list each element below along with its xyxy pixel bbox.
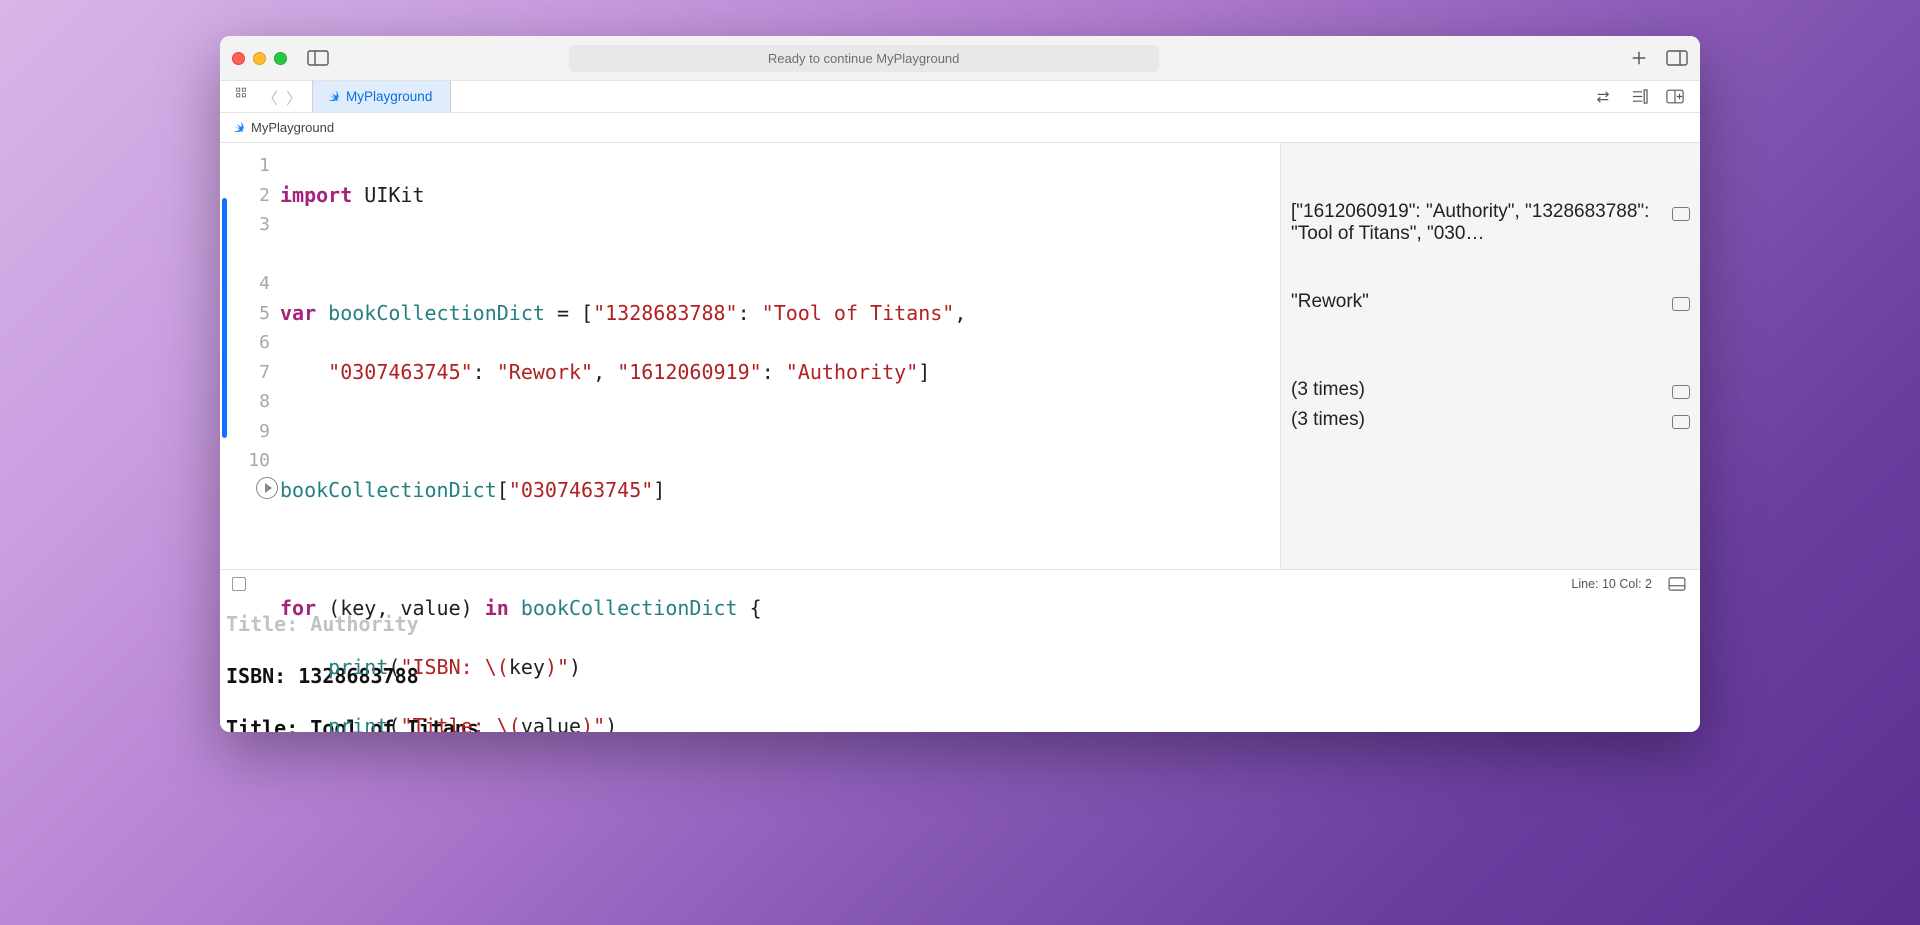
cursor-position: Line: 10 Col: 2 (1571, 577, 1652, 591)
window-controls (232, 52, 287, 65)
token: : (738, 301, 762, 325)
nav-back-button[interactable]: 〈 (258, 85, 282, 109)
token: \( (485, 655, 509, 679)
nav-forward-button[interactable]: 〉 (282, 85, 306, 109)
results-sidebar: ["1612060919": "Authority", "1328683788"… (1280, 143, 1700, 569)
tab-myplayground[interactable]: MyPlayground (312, 81, 451, 112)
result-row[interactable]: (3 times) (1291, 409, 1690, 431)
result-text: (3 times) (1291, 379, 1664, 401)
line-gutter: 1 2 3 4 5 6 7 8 9 10 (220, 143, 280, 569)
token: UIKit (352, 183, 424, 207)
titlebar: Ready to continue MyPlayground (220, 36, 1700, 81)
related-items-icon[interactable] (230, 81, 252, 103)
line-number: 5 (220, 299, 270, 329)
breadcrumb-item: MyPlayground (251, 120, 334, 135)
token: [ (497, 478, 509, 502)
result-text: ["1612060919": "Authority", "1328683788"… (1291, 201, 1664, 245)
token: ( (388, 655, 400, 679)
token-string: "Rework" (497, 360, 593, 384)
quicklook-icon[interactable] (1672, 385, 1690, 399)
token: key (509, 655, 545, 679)
line-number: 8 (220, 387, 270, 417)
token-string: "1612060919" (617, 360, 762, 384)
toggle-left-panel-button[interactable] (307, 47, 329, 69)
token-string: "Tool of Titans" (762, 301, 955, 325)
token-fn: print (328, 714, 388, 733)
line-number: 2 (220, 181, 270, 211)
line-number: 3 (220, 210, 270, 240)
toggle-right-panel-button[interactable] (1666, 47, 1688, 69)
token (280, 360, 328, 384)
add-button[interactable] (1628, 47, 1650, 69)
token: ] (918, 360, 930, 384)
tabbar: 〈 〉 MyPlayground (220, 81, 1700, 113)
line-number: 4 (220, 269, 270, 299)
token: ( (388, 714, 400, 733)
token: ) (569, 655, 581, 679)
line-number: 6 (220, 328, 270, 358)
token: , (954, 301, 966, 325)
result-text: (3 times) (1291, 409, 1664, 431)
breadcrumb[interactable]: MyPlayground (220, 113, 1700, 143)
token-fn: print (328, 655, 388, 679)
token-string: "0307463745" (328, 360, 473, 384)
xcode-playground-window: Ready to continue MyPlayground 〈 〉 MyPla… (220, 36, 1700, 732)
token: = [ (557, 301, 593, 325)
token-string: "0307463745" (509, 478, 654, 502)
adjust-editor-icon[interactable] (1628, 86, 1650, 108)
quicklook-icon[interactable] (1672, 415, 1690, 429)
token: " (557, 655, 569, 679)
line-number: 9 (220, 417, 270, 447)
close-window-button[interactable] (232, 52, 245, 65)
quicklook-icon[interactable] (1672, 297, 1690, 311)
activity-status-text: Ready to continue MyPlayground (768, 51, 960, 66)
code-editor[interactable]: 1 2 3 4 5 6 7 8 9 10 import UIKit var bo… (220, 143, 1280, 569)
token: ) (581, 714, 593, 733)
result-row[interactable]: (3 times) (1291, 379, 1690, 401)
token-string: "Authority" (786, 360, 918, 384)
token (280, 714, 328, 733)
minimize-window-button[interactable] (253, 52, 266, 65)
token: ) (545, 655, 557, 679)
token: ] (653, 478, 665, 502)
result-row[interactable]: ["1612060919": "Authority", "1328683788"… (1291, 201, 1690, 245)
token-ident: bookCollectionDict (316, 301, 557, 325)
token-string: "1328683788" (593, 301, 738, 325)
swift-icon (230, 120, 245, 135)
quicklook-icon[interactable] (1672, 207, 1690, 221)
token-keyword: var (280, 301, 316, 325)
line-number: 7 (220, 358, 270, 388)
activity-status: Ready to continue MyPlayground (569, 45, 1159, 72)
result-row[interactable]: "Rework" (1291, 291, 1690, 313)
token-string: "ISBN: (400, 655, 484, 679)
code-content[interactable]: import UIKit var bookCollectionDict = ["… (280, 143, 1280, 569)
run-playground-button[interactable] (256, 477, 278, 499)
token: value (521, 714, 581, 733)
swift-icon (325, 89, 340, 104)
token-string: "Title: (400, 714, 496, 733)
editor-region: 1 2 3 4 5 6 7 8 9 10 import UIKit var bo… (220, 143, 1700, 569)
token-keyword: import (280, 183, 352, 207)
zoom-window-button[interactable] (274, 52, 287, 65)
add-editor-icon[interactable] (1664, 86, 1686, 108)
line-number: 1 (220, 151, 270, 181)
toggle-debug-area-icon[interactable] (1666, 573, 1688, 595)
line-number: 10 (220, 446, 270, 476)
token: : (762, 360, 786, 384)
result-text: "Rework" (1291, 291, 1664, 313)
token: \( (497, 714, 521, 733)
token: " (593, 714, 605, 733)
swap-icon[interactable] (1592, 86, 1614, 108)
token (280, 655, 328, 679)
console-line: Title: Authority (226, 611, 1694, 637)
tab-label: MyPlayground (346, 89, 432, 104)
breakpoint-toggle-icon[interactable] (232, 577, 246, 591)
change-bar (222, 198, 227, 438)
token: , (593, 360, 617, 384)
history-nav: 〈 〉 (252, 81, 312, 112)
token: : (473, 360, 497, 384)
token: ) (605, 714, 617, 733)
token-ident: bookCollectionDict (280, 478, 497, 502)
